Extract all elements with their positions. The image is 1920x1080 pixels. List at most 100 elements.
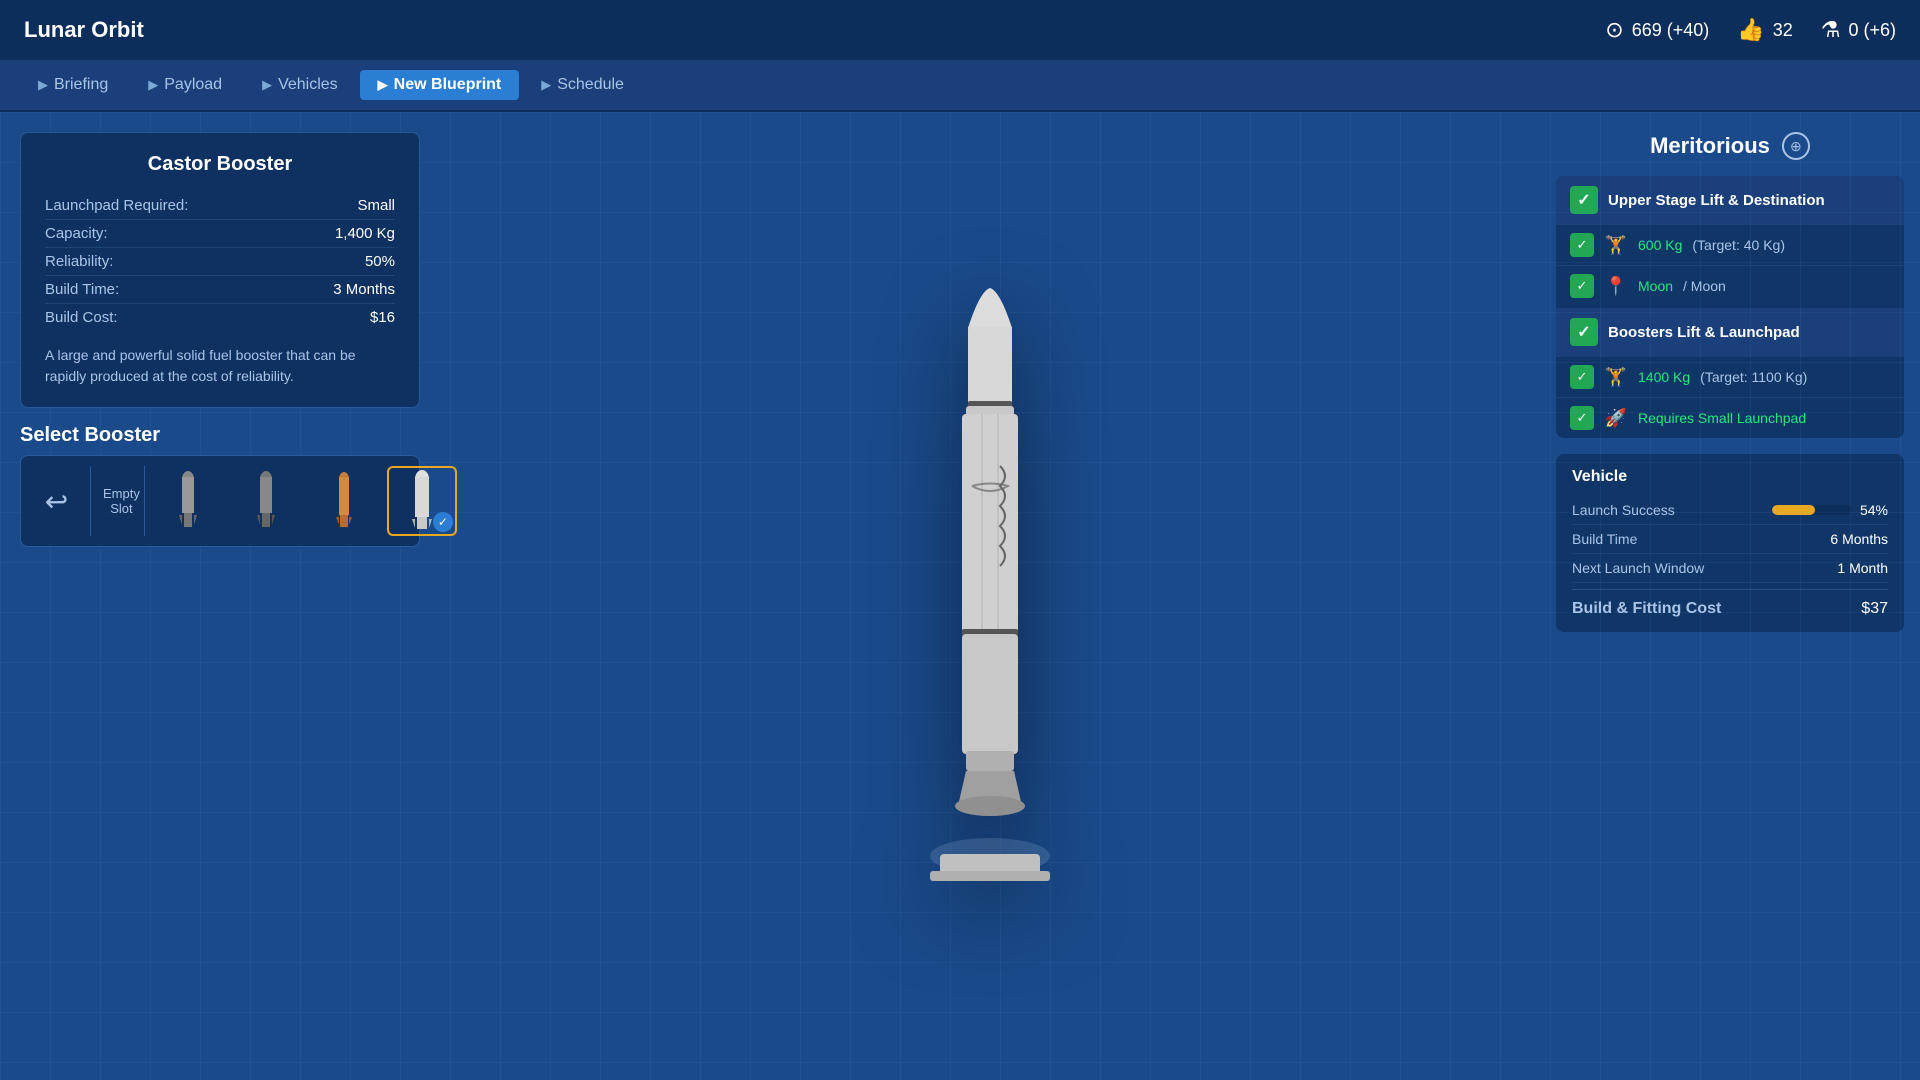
nav-arrow-vehicles: ▶ bbox=[262, 77, 272, 93]
req-launchpad: ✓ 🚀 Requires Small Launchpad bbox=[1556, 397, 1904, 438]
nav-item-payload[interactable]: ▶ Payload bbox=[130, 70, 240, 100]
mission-rating: Meritorious ⊕ bbox=[1556, 132, 1904, 160]
center-rocket-view bbox=[440, 112, 1540, 1080]
credits-icon: ⊙ bbox=[1605, 17, 1623, 43]
booster-back-button[interactable]: ↩ bbox=[31, 466, 91, 536]
booster-rocket-icon-4 bbox=[408, 470, 436, 532]
stat-capacity: Capacity: 1,400 Kg bbox=[45, 220, 395, 248]
nav-item-briefing[interactable]: ▶ Briefing bbox=[20, 70, 126, 100]
build-fitting-cost-label: Build & Fitting Cost bbox=[1572, 600, 1721, 618]
booster-info-card: Castor Booster Launchpad Required: Small… bbox=[20, 132, 420, 408]
req-lift-text: 600 Kg bbox=[1638, 237, 1682, 253]
req-upper-stage-label: Upper Stage Lift & Destination bbox=[1608, 192, 1825, 209]
booster-info-title: Castor Booster bbox=[45, 153, 395, 176]
credits-resource: ⊙ 669 (+40) bbox=[1605, 17, 1709, 43]
req-lift-kg: ✓ 🏋 600 Kg (Target: 40 Kg) bbox=[1556, 224, 1904, 265]
booster-rocket-icon-2 bbox=[254, 471, 278, 531]
stat-reliability-label: Reliability: bbox=[45, 253, 113, 270]
req-booster-lift: ✓ 🏋 1400 Kg (Target: 1100 Kg) bbox=[1556, 356, 1904, 397]
rating-info-icon[interactable]: ⊕ bbox=[1782, 132, 1810, 160]
req-dest-sub: / Moon bbox=[1683, 278, 1726, 294]
select-booster-section: Select Booster ↩ EmptySlot bbox=[20, 424, 420, 547]
select-booster-title: Select Booster bbox=[20, 424, 420, 447]
vehicle-launch-success-row: Launch Success 54% bbox=[1572, 496, 1888, 525]
req-dest-icon: 📍 bbox=[1604, 276, 1628, 297]
rep-resource: 👍 32 bbox=[1737, 17, 1792, 43]
req-launchpad-icon: 🚀 bbox=[1604, 408, 1628, 429]
left-panel: Castor Booster Launchpad Required: Small… bbox=[0, 112, 440, 1080]
launch-window-label: Next Launch Window bbox=[1572, 560, 1704, 576]
req-boosters-label: Boosters Lift & Launchpad bbox=[1608, 324, 1800, 341]
vehicle-section: Vehicle Launch Success 54% Build Time 6 … bbox=[1556, 454, 1904, 632]
booster-option-2[interactable] bbox=[231, 466, 301, 536]
rocket-container bbox=[890, 286, 1090, 906]
stat-build-time: Build Time: 3 Months bbox=[45, 276, 395, 304]
stat-capacity-value: 1,400 Kg bbox=[335, 225, 395, 242]
nav-label-briefing: Briefing bbox=[54, 76, 108, 94]
nav-arrow-schedule: ▶ bbox=[541, 77, 551, 93]
nav-label-new-blueprint: New Blueprint bbox=[394, 76, 502, 94]
header: Lunar Orbit ⊙ 669 (+40) 👍 32 ⚗ 0 (+6) bbox=[0, 0, 1920, 60]
rocket-svg bbox=[890, 286, 1090, 906]
stat-build-cost-value: $16 bbox=[370, 309, 395, 326]
req-upper-stage-check: ✓ bbox=[1570, 186, 1598, 214]
booster-option-4[interactable]: ✓ bbox=[387, 466, 457, 536]
stat-launchpad-label: Launchpad Required: bbox=[45, 197, 188, 214]
requirements-section: ✓ Upper Stage Lift & Destination ✓ 🏋 600… bbox=[1556, 176, 1904, 438]
nav-label-schedule: Schedule bbox=[557, 76, 624, 94]
launch-window-value: 1 Month bbox=[1837, 560, 1888, 576]
stat-launchpad-value: Small bbox=[357, 197, 395, 214]
launch-success-bar bbox=[1772, 505, 1852, 515]
launch-success-fill bbox=[1772, 505, 1815, 515]
stat-reliability: Reliability: 50% bbox=[45, 248, 395, 276]
req-upper-stage-header: ✓ Upper Stage Lift & Destination bbox=[1556, 176, 1904, 224]
booster-rocket-icon-3 bbox=[332, 471, 356, 531]
build-fitting-cost-value: $37 bbox=[1861, 600, 1888, 618]
booster-option-3[interactable] bbox=[309, 466, 379, 536]
research-resource: ⚗ 0 (+6) bbox=[1821, 17, 1896, 43]
nav-item-new-blueprint[interactable]: ▶ New Blueprint bbox=[360, 70, 520, 100]
build-time-label: Build Time bbox=[1572, 531, 1637, 547]
req-booster-lift-sub: (Target: 1100 Kg) bbox=[1700, 369, 1807, 385]
booster-option-1[interactable] bbox=[153, 466, 223, 536]
req-booster-lift-text: 1400 Kg bbox=[1638, 369, 1690, 385]
right-panel: Meritorious ⊕ ✓ Upper Stage Lift & Desti… bbox=[1540, 112, 1920, 1080]
req-launchpad-text: Requires Small Launchpad bbox=[1638, 410, 1806, 426]
req-dest-check: ✓ bbox=[1570, 274, 1594, 298]
rep-value: 32 bbox=[1773, 20, 1793, 41]
main-content: Castor Booster Launchpad Required: Small… bbox=[0, 112, 1920, 1080]
req-booster-lift-check: ✓ bbox=[1570, 365, 1594, 389]
research-value: 0 (+6) bbox=[1848, 20, 1896, 41]
mission-rating-title: Meritorious bbox=[1650, 133, 1770, 159]
stat-build-cost-label: Build Cost: bbox=[45, 309, 118, 326]
stat-capacity-label: Capacity: bbox=[45, 225, 108, 242]
nav-item-vehicles[interactable]: ▶ Vehicles bbox=[244, 70, 356, 100]
req-lift-sub: (Target: 40 Kg) bbox=[1692, 237, 1785, 253]
req-lift-check: ✓ bbox=[1570, 233, 1594, 257]
booster-rocket-icon-1 bbox=[176, 471, 200, 531]
nav-item-schedule[interactable]: ▶ Schedule bbox=[523, 70, 642, 100]
req-launchpad-check: ✓ bbox=[1570, 406, 1594, 430]
selected-check-badge: ✓ bbox=[433, 512, 453, 532]
req-destination: ✓ 📍 Moon / Moon bbox=[1556, 265, 1904, 306]
empty-slot-option[interactable]: EmptySlot bbox=[99, 466, 145, 536]
launch-success-bar-container: 54% bbox=[1772, 502, 1888, 518]
booster-description: A large and powerful solid fuel booster … bbox=[45, 345, 395, 387]
empty-slot-label: EmptySlot bbox=[103, 486, 140, 516]
rep-icon: 👍 bbox=[1737, 17, 1764, 43]
stat-launchpad: Launchpad Required: Small bbox=[45, 192, 395, 220]
nav-arrow-payload: ▶ bbox=[148, 77, 158, 93]
build-cost-row: Build & Fitting Cost $37 bbox=[1572, 589, 1888, 618]
nav-bar: ▶ Briefing ▶ Payload ▶ Vehicles ▶ New Bl… bbox=[0, 60, 1920, 112]
vehicle-section-title: Vehicle bbox=[1572, 468, 1888, 486]
credits-value: 669 (+40) bbox=[1632, 20, 1710, 41]
nav-arrow-new-blueprint: ▶ bbox=[378, 77, 388, 93]
stat-build-time-label: Build Time: bbox=[45, 281, 119, 298]
req-boosters-check: ✓ bbox=[1570, 318, 1598, 346]
stat-build-time-value: 3 Months bbox=[333, 281, 395, 298]
stat-reliability-value: 50% bbox=[365, 253, 395, 270]
vehicle-build-time-row: Build Time 6 Months bbox=[1572, 525, 1888, 554]
req-dest-text: Moon bbox=[1638, 278, 1673, 294]
req-booster-lift-icon: 🏋 bbox=[1604, 367, 1628, 388]
resources-bar: ⊙ 669 (+40) 👍 32 ⚗ 0 (+6) bbox=[1605, 17, 1896, 43]
